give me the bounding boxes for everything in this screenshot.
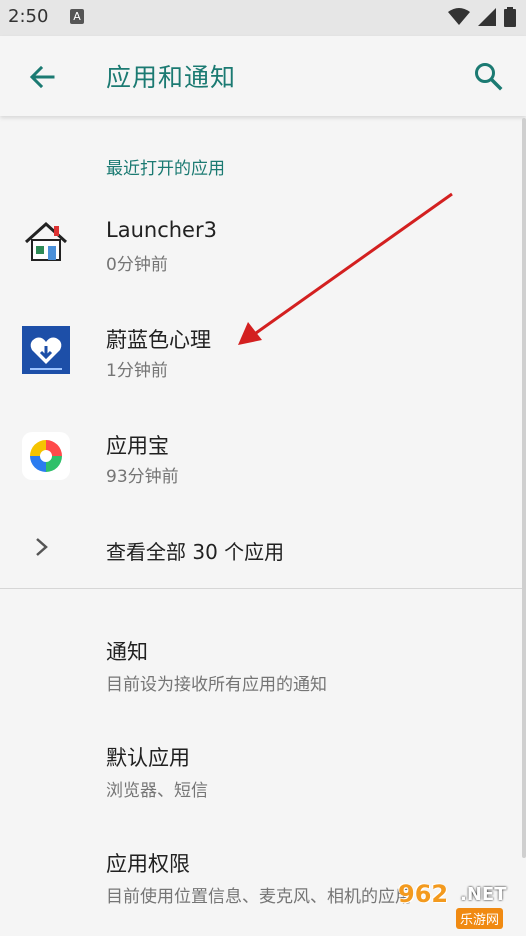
- watermark-site: 乐游网: [456, 908, 504, 929]
- app-name: 蔚蓝色心理: [106, 328, 211, 352]
- pref-summary: 目前设为接收所有应用的通知: [106, 675, 327, 695]
- recent-app-yingyongbao[interactable]: 应用宝 93分钟前: [0, 402, 526, 506]
- see-all-label: 查看全部 30 个应用: [106, 540, 285, 564]
- app-last-used: 0分钟前: [106, 255, 168, 275]
- see-all-apps-button[interactable]: 查看全部 30 个应用: [0, 520, 526, 580]
- signal-icon: [478, 8, 496, 26]
- watermark-logo: 962 .NET 乐游网: [396, 878, 522, 932]
- yingyongbao-icon: [22, 432, 70, 480]
- wifi-icon: [448, 8, 470, 25]
- recent-app-launcher3[interactable]: Launcher3 0分钟前: [0, 190, 526, 294]
- pref-notifications[interactable]: 通知 目前设为接收所有应用的通知: [0, 620, 526, 720]
- pref-summary: 目前使用位置信息、麦克风、相机的应用: [106, 887, 412, 907]
- scrollbar[interactable]: [522, 118, 526, 858]
- system-icons: [448, 7, 516, 27]
- divider: [0, 588, 526, 589]
- app-name: Launcher3: [106, 218, 217, 242]
- recent-app-weilanse[interactable]: 蔚蓝色心理 1分钟前: [0, 296, 526, 400]
- search-icon[interactable]: [472, 60, 504, 92]
- battery-icon: [504, 7, 516, 27]
- status-time: 2:50: [8, 6, 49, 27]
- status-bar: 2:50 A: [0, 0, 526, 36]
- pref-title: 应用权限: [106, 852, 190, 876]
- chevron-right-icon: [36, 538, 48, 556]
- blue-heart-app-icon: [22, 326, 70, 374]
- pref-default-apps[interactable]: 默认应用 浏览器、短信: [0, 726, 526, 826]
- watermark-domain: .NET: [460, 884, 507, 905]
- recent-apps-header: 最近打开的应用: [106, 159, 225, 179]
- page-title: 应用和通知: [106, 63, 237, 92]
- app-name: 应用宝: [106, 434, 169, 458]
- pref-title: 通知: [106, 640, 148, 664]
- app-last-used: 93分钟前: [106, 467, 179, 487]
- watermark-number: 962: [398, 880, 449, 908]
- pref-summary: 浏览器、短信: [106, 781, 208, 801]
- launcher3-house-icon: [24, 221, 68, 261]
- back-arrow-icon[interactable]: [26, 61, 58, 93]
- app-last-used: 1分钟前: [106, 361, 168, 381]
- app-bar: 应用和通知: [0, 36, 526, 116]
- notification-icon: A: [70, 9, 84, 24]
- pref-title: 默认应用: [106, 746, 190, 770]
